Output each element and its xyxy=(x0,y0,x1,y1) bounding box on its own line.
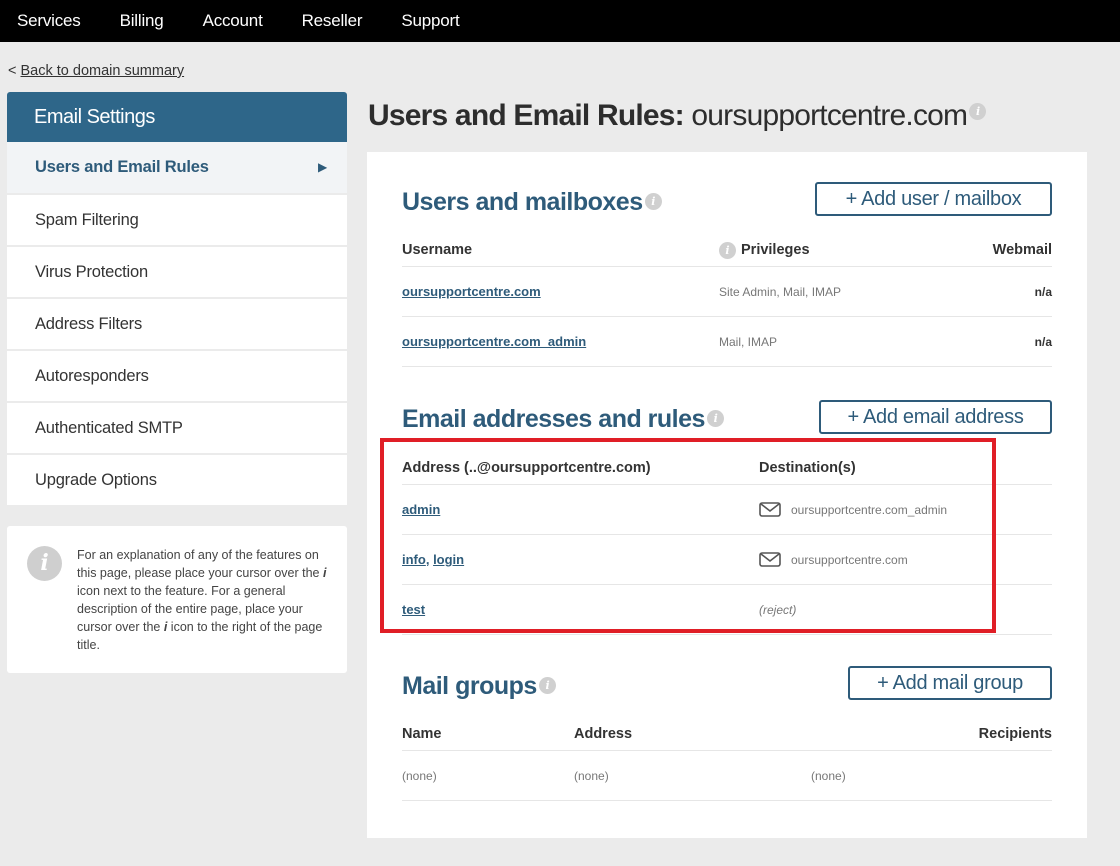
sidebar-item-spam-filtering[interactable]: Spam Filtering xyxy=(7,195,347,245)
column-privileges-label: Privileges xyxy=(741,242,810,258)
table-row: admin oursupportcentre.com_admin xyxy=(402,485,1052,535)
help-info-box: i For an explanation of any of the featu… xyxy=(7,526,347,673)
triangle-right-icon: ▶ xyxy=(317,160,327,174)
nav-support[interactable]: Support xyxy=(401,11,459,31)
email-section-title: Email addresses and rules i xyxy=(402,405,724,434)
sidebar-item-address-filters[interactable]: Address Filters xyxy=(7,299,347,349)
email-table-header: Address (..@oursupportcentre.com) Destin… xyxy=(402,452,1052,485)
table-row: oursupportcentre.com_admin Mail, IMAP n/… xyxy=(402,317,1052,367)
column-address: Address (..@oursupportcentre.com) xyxy=(402,460,651,476)
sidebar-item-label: Virus Protection xyxy=(35,263,148,281)
email-rules-table: Address (..@oursupportcentre.com) Destin… xyxy=(402,452,1052,635)
sidebar-item-label: Users and Email Rules xyxy=(35,158,209,176)
webmail-value: n/a xyxy=(1034,285,1052,299)
column-destinations: Destination(s) xyxy=(759,460,856,476)
address-separator: , xyxy=(425,552,434,567)
column-name: Name xyxy=(402,726,442,742)
sidebar-item-label: Authenticated SMTP xyxy=(35,419,183,437)
column-recipients: Recipients xyxy=(978,726,1052,742)
address-link[interactable]: test xyxy=(402,585,425,635)
privileges-value: Site Admin, Mail, IMAP xyxy=(719,285,842,299)
table-row: info, login oursupportcentre.com xyxy=(402,535,1052,585)
address-link[interactable]: admin xyxy=(402,485,440,535)
users-table-header: Username i Privileges Webmail xyxy=(402,234,1052,267)
envelope-icon xyxy=(759,552,781,568)
username-link[interactable]: oursupportcentre.com_admin xyxy=(402,317,586,367)
column-webmail: Webmail xyxy=(992,242,1052,258)
destination-cell: oursupportcentre.com xyxy=(759,535,908,585)
help-text: For an explanation of any of the feature… xyxy=(77,546,337,654)
page-title: Users and Email Rules: oursupportcentre.… xyxy=(368,99,987,133)
users-section-title: Users and mailboxes i xyxy=(402,188,662,217)
nav-billing[interactable]: Billing xyxy=(120,11,164,31)
users-table: Username i Privileges Webmail oursupportc… xyxy=(402,234,1052,367)
section-title-text: Mail groups xyxy=(402,672,537,700)
sidebar-item-virus-protection[interactable]: Virus Protection xyxy=(7,247,347,297)
sidebar-item-autoresponders[interactable]: Autoresponders xyxy=(7,351,347,401)
group-name-value: (none) xyxy=(402,769,437,783)
back-chevron: < xyxy=(8,63,17,79)
sidebar: Email Settings Users and Email Rules ▶ S… xyxy=(7,92,347,505)
help-text-part: For an explanation of any of the feature… xyxy=(77,548,323,580)
address-link[interactable]: login xyxy=(433,552,464,567)
page-title-domain: oursupportcentre.com xyxy=(691,99,968,132)
sidebar-item-upgrade-options[interactable]: Upgrade Options xyxy=(7,455,347,505)
back-to-domain-summary-link[interactable]: Back to domain summary xyxy=(21,63,185,79)
sidebar-item-label: Spam Filtering xyxy=(35,211,139,229)
add-user-mailbox-button[interactable]: + Add user / mailbox xyxy=(815,182,1052,216)
sidebar-header: Email Settings xyxy=(7,92,347,142)
destination-value: oursupportcentre.com xyxy=(791,553,908,567)
add-mail-group-button[interactable]: + Add mail group xyxy=(848,666,1052,700)
group-address-value: (none) xyxy=(574,769,609,783)
sidebar-item-label: Address Filters xyxy=(35,315,143,333)
mail-groups-section-title: Mail groups i xyxy=(402,672,556,701)
mail-groups-table: Name Address Recipients (none) (none) (n… xyxy=(402,718,1052,801)
info-icon: i xyxy=(27,546,62,581)
main-panel: Users and mailboxes i + Add user / mailbo… xyxy=(367,152,1087,838)
groups-table-header: Name Address Recipients xyxy=(402,718,1052,751)
envelope-icon xyxy=(759,502,781,518)
column-privileges: i Privileges xyxy=(719,234,810,266)
table-row: test (reject) xyxy=(402,585,1052,635)
users-info-icon[interactable]: i xyxy=(644,193,662,210)
address-links: info, login xyxy=(402,535,464,585)
email-info-icon[interactable]: i xyxy=(706,410,724,427)
address-link[interactable]: info xyxy=(402,552,426,567)
page-info-icon[interactable]: i xyxy=(969,103,987,120)
nav-reseller[interactable]: Reseller xyxy=(302,11,363,31)
page-title-label: Users and Email Rules: xyxy=(368,99,685,132)
sidebar-item-label: Autoresponders xyxy=(35,367,149,385)
column-address: Address xyxy=(574,726,633,742)
inline-info-glyph: i xyxy=(322,566,327,580)
nav-account[interactable]: Account xyxy=(203,11,263,31)
add-email-address-button[interactable]: + Add email address xyxy=(819,400,1052,434)
sidebar-item-users-and-email-rules[interactable]: Users and Email Rules ▶ xyxy=(7,142,347,193)
sidebar-item-label: Upgrade Options xyxy=(35,471,157,489)
column-username: Username xyxy=(402,242,473,258)
privileges-info-icon[interactable]: i xyxy=(719,242,736,259)
sidebar-item-authenticated-smtp[interactable]: Authenticated SMTP xyxy=(7,403,347,453)
destination-value: (reject) xyxy=(759,603,797,617)
section-title-text: Email addresses and rules xyxy=(402,405,705,433)
mail-groups-info-icon[interactable]: i xyxy=(538,677,556,694)
nav-services[interactable]: Services xyxy=(17,11,81,31)
group-recipients-value: (none) xyxy=(811,769,846,783)
username-link[interactable]: oursupportcentre.com xyxy=(402,267,541,317)
breadcrumb: < Back to domain summary xyxy=(8,63,184,79)
webmail-value: n/a xyxy=(1034,335,1052,349)
table-row: oursupportcentre.com Site Admin, Mail, I… xyxy=(402,267,1052,317)
privileges-value: Mail, IMAP xyxy=(719,335,778,349)
destination-cell: oursupportcentre.com_admin xyxy=(759,485,947,535)
top-navigation: Services Billing Account Reseller Suppor… xyxy=(0,0,1120,42)
section-title-text: Users and mailboxes xyxy=(402,188,643,216)
table-row: (none) (none) (none) xyxy=(402,751,1052,801)
destination-value: oursupportcentre.com_admin xyxy=(791,503,948,517)
